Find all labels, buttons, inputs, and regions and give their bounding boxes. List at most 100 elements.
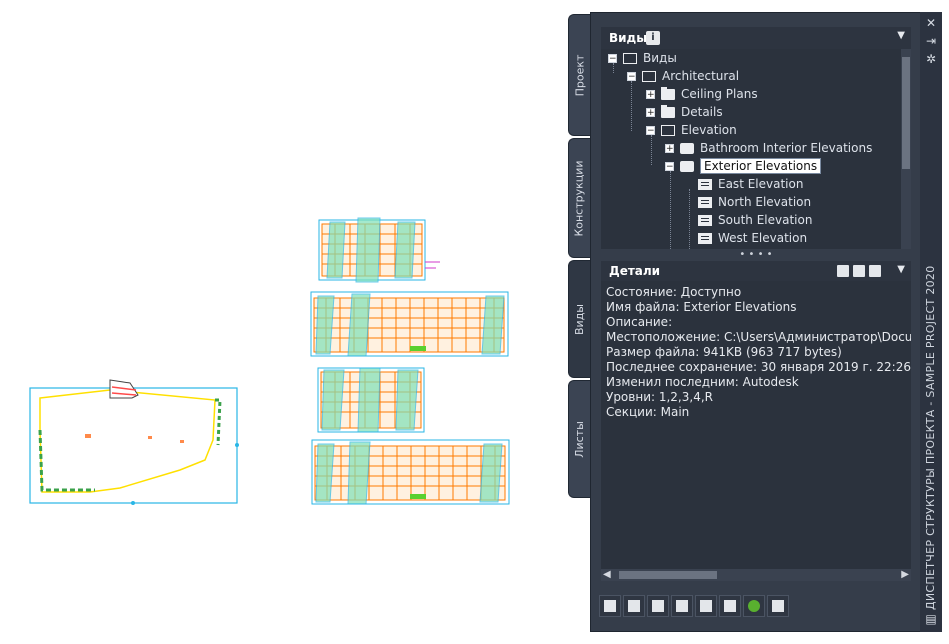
detail-status: Состояние: Доступно — [606, 285, 742, 299]
collapse-toggle-icon[interactable]: − — [646, 125, 655, 135]
table-button[interactable] — [719, 595, 741, 617]
tree-vertical-scrollbar[interactable] — [901, 49, 911, 249]
refresh-icon — [748, 600, 760, 612]
select-button[interactable] — [695, 595, 717, 617]
tab-sheets[interactable]: Листы — [568, 380, 590, 498]
chevron-down-icon[interactable]: ▼ — [897, 30, 905, 41]
add-detail-view-button[interactable] — [623, 595, 645, 617]
tree-node-label: Ceiling Plans — [681, 87, 758, 101]
tree-node-south-elevation[interactable]: South Elevation — [698, 211, 812, 229]
tree-node-label: Exterior Elevations — [700, 158, 822, 174]
tab-constructs-label: Конструкции — [573, 159, 587, 237]
detail-divisions: Секции: Main — [606, 405, 690, 419]
plan-viewport[interactable] — [29, 379, 239, 505]
scrollbar-thumb[interactable] — [619, 571, 717, 579]
add-model-view-button[interactable] — [647, 595, 669, 617]
folder-open-icon — [642, 70, 656, 82]
repath-icon — [772, 600, 784, 612]
tree-node-label: Виды — [643, 51, 677, 65]
views-tree[interactable]: − Виды − Architectural + Ceiling Plans +… — [601, 49, 901, 249]
collapse-toggle-icon[interactable]: − — [627, 71, 636, 81]
views-section-header: Виды i ▼ — [601, 27, 911, 49]
add-view-button[interactable] — [599, 595, 621, 617]
refresh-button[interactable] — [743, 595, 765, 617]
elevation-viewport-4[interactable] — [311, 439, 510, 505]
expand-toggle-icon[interactable]: + — [646, 107, 655, 117]
repath-button[interactable] — [767, 595, 789, 617]
tree-node-label: Details — [681, 105, 723, 119]
tab-project[interactable]: Проект — [568, 14, 590, 136]
tab-views[interactable]: Виды — [568, 260, 590, 378]
tree-node-exterior-elevations[interactable]: − Exterior Elevations — [665, 157, 822, 175]
add-model-view-icon — [652, 600, 664, 612]
folder-icon — [661, 86, 675, 100]
tab-views-label: Виды — [573, 303, 586, 335]
detail-file-name: Имя файла: Exterior Elevations — [606, 300, 797, 314]
tree-node-ceiling-plans[interactable]: + Ceiling Plans — [646, 85, 758, 103]
add-detail-view-icon — [628, 600, 640, 612]
tree-node-label: West Elevation — [718, 231, 808, 245]
detail-levels: Уровни: 1,2,3,4,R — [606, 390, 713, 404]
elevation-viewport-1[interactable] — [318, 217, 440, 283]
scrollbar-thumb[interactable] — [902, 57, 910, 169]
views-header-title: Виды — [609, 31, 648, 45]
palette-title-text: ДИСПЕТЧЕР СТРУКТУРЫ ПРОЕКТА - SAMPLE PRO… — [924, 265, 937, 610]
chevron-down-icon[interactable]: ▼ — [897, 264, 905, 275]
preview-icon[interactable] — [869, 265, 881, 277]
tree-node-north-elevation[interactable]: North Elevation — [698, 193, 811, 211]
properties-icon[interactable] — [837, 265, 849, 277]
expand-toggle-icon[interactable]: + — [646, 89, 655, 99]
tree-node-elevation[interactable]: − Elevation — [646, 121, 737, 139]
scroll-right-icon[interactable]: ▶ — [901, 569, 909, 580]
settings-icon[interactable]: ✲ — [924, 52, 938, 66]
tree-node-views[interactable]: − Виды — [608, 49, 677, 67]
elevation-view-icon — [698, 214, 712, 226]
drawing-canvas[interactable] — [0, 0, 570, 644]
info-icon[interactable]: i — [646, 31, 660, 45]
section-splitter-handle[interactable]: • • • • — [601, 250, 911, 260]
tree-node-label: Elevation — [681, 123, 737, 137]
details-header-title: Детали — [609, 264, 661, 278]
list-view-icon[interactable] — [853, 265, 865, 277]
palette-properties-icon[interactable]: ▤ — [924, 612, 938, 626]
tab-project-label: Проект — [573, 54, 586, 96]
tree-node-bathroom-interior-elevations[interactable]: + Bathroom Interior Elevations — [665, 139, 872, 157]
details-horizontal-scrollbar[interactable]: ◀ ▶ — [601, 569, 911, 581]
tree-node-label: North Elevation — [718, 195, 812, 209]
tree-node-architectural[interactable]: − Architectural — [627, 67, 739, 85]
detail-file-size: Размер файла: 941KB (963 717 bytes) — [606, 345, 842, 359]
elevation-view-icon — [698, 196, 712, 208]
details-panel: Состояние: Доступно Имя файла: Exterior … — [601, 281, 911, 569]
clipboard-button[interactable] — [671, 595, 693, 617]
collapse-toggle-icon[interactable]: − — [608, 53, 617, 63]
detail-modified-by: Изменил последним: Autodesk — [606, 375, 799, 389]
tree-node-west-elevation[interactable]: West Elevation — [698, 229, 807, 247]
elevation-viewport-2[interactable] — [310, 291, 509, 357]
pin-icon[interactable]: ⇥ — [924, 34, 938, 48]
clipboard-icon — [676, 600, 688, 612]
tree-node-label: Bathroom Interior Elevations — [700, 141, 873, 155]
elevation-view-icon — [698, 232, 712, 244]
close-icon[interactable]: ✕ — [924, 16, 938, 30]
view-icon — [680, 160, 694, 172]
tab-sheets-label: Листы — [573, 420, 586, 458]
elevation-view-icon — [698, 178, 712, 190]
table-icon — [724, 600, 736, 612]
project-navigator-palette: Виды i ▼ − Виды − Architectural + Ceilin… — [590, 12, 922, 632]
detail-last-saved: Последнее сохранение: 30 января 2019 г. … — [606, 360, 911, 374]
tree-node-label: East Elevation — [718, 177, 804, 191]
folder-open-icon — [661, 124, 675, 136]
elevation-viewport-3[interactable] — [317, 367, 425, 433]
folder-icon — [661, 104, 675, 118]
add-view-icon — [604, 600, 616, 612]
expand-toggle-icon[interactable]: + — [665, 143, 674, 153]
cursor-icon — [700, 600, 712, 612]
view-icon — [680, 142, 694, 154]
tab-constructs[interactable]: Конструкции — [568, 138, 590, 258]
collapse-toggle-icon[interactable]: − — [665, 161, 674, 171]
tree-node-details[interactable]: + Details — [646, 103, 723, 121]
tree-node-label: South Elevation — [718, 213, 813, 227]
detail-description: Описание: — [606, 315, 673, 329]
scroll-left-icon[interactable]: ◀ — [603, 569, 611, 580]
tree-node-east-elevation[interactable]: East Elevation — [698, 175, 803, 193]
